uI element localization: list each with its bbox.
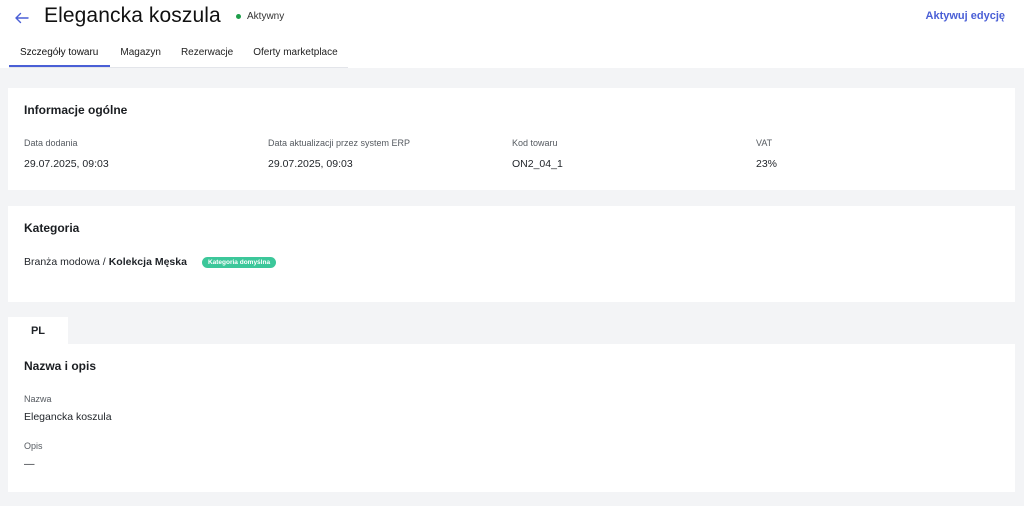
- tab-warehouse[interactable]: Magazyn: [110, 43, 171, 67]
- tab-marketplace-offers[interactable]: Oferty marketplace: [243, 43, 347, 67]
- info-field-erp-update: Data aktualizacji przez system ERP 29.07…: [268, 138, 410, 170]
- description-label: Opis: [24, 441, 43, 451]
- general-info-title: Informacje ogólne: [24, 103, 128, 117]
- general-info-card: Informacje ogólne Data dodania 29.07.202…: [8, 88, 1015, 190]
- category-title: Kategoria: [24, 221, 80, 235]
- name-description-card: Nazwa i opis Nazwa Elegancka koszula Opi…: [8, 344, 1015, 492]
- status-dot-icon: [236, 14, 241, 19]
- tab-product-details[interactable]: Szczegóły towaru: [9, 43, 111, 67]
- default-category-badge: Kategoria domyślna: [201, 256, 277, 268]
- info-value: ON2_04_1: [512, 158, 563, 170]
- info-value: 29.07.2025, 09:03: [24, 158, 109, 170]
- page-title: Elegancka koszula: [44, 4, 221, 27]
- language-tab-pl[interactable]: PL: [8, 317, 68, 344]
- info-label: Data aktualizacji przez system ERP: [268, 138, 411, 148]
- name-label: Nazwa: [24, 394, 52, 404]
- description-value: —: [24, 458, 35, 470]
- category-card: Kategoria Branża modowa / Kolekcja Męska…: [8, 206, 1015, 302]
- category-path: Branża modowa / Kolekcja Męska Kategoria…: [24, 256, 277, 268]
- name-description-title: Nazwa i opis: [24, 359, 97, 373]
- category-path-leaf: Kolekcja Męska: [108, 256, 187, 268]
- page-header: Elegancka koszula Aktywny Aktywuj edycję…: [0, 0, 1024, 68]
- info-field-product-code: Kod towaru ON2_04_1: [512, 138, 563, 170]
- status-label: Aktywny: [247, 11, 285, 22]
- info-field-date-added: Data dodania 29.07.2025, 09:03: [24, 138, 109, 170]
- arrow-left-icon: [15, 12, 29, 24]
- name-value: Elegancka koszula: [24, 411, 112, 423]
- category-path-prefix: Branża modowa /: [24, 256, 106, 268]
- info-label: Kod towaru: [512, 138, 558, 148]
- info-label: Data dodania: [24, 138, 78, 148]
- tab-reservations[interactable]: Rezerwacje: [171, 43, 243, 67]
- activate-edit-button[interactable]: Aktywuj edycję: [926, 10, 1005, 22]
- info-value: 23%: [756, 158, 778, 170]
- tab-bar: Szczegóły towaru Magazyn Rezerwacje Ofer…: [9, 43, 348, 68]
- back-button[interactable]: [12, 8, 32, 28]
- info-label: VAT: [756, 138, 773, 148]
- info-field-vat: VAT 23%: [756, 138, 777, 170]
- status-badge: Aktywny: [236, 11, 284, 22]
- info-value: 29.07.2025, 09:03: [268, 158, 353, 170]
